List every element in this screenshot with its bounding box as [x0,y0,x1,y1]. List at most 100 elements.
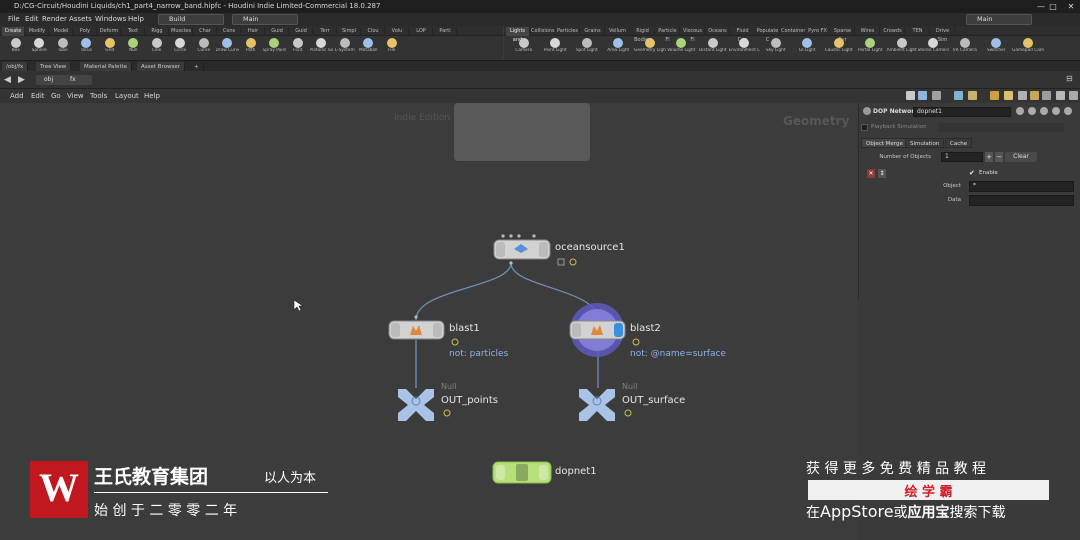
shelf-tool-right-12[interactable]: Ambient Light [886,37,918,59]
shelf-tab-left-18[interactable]: Parti [434,27,457,36]
network-menu-layout[interactable]: Layout [115,89,139,103]
shelf-tool-right-3[interactable]: Area Light [603,37,635,59]
node-label-oceansource1[interactable]: oceansource1 [555,242,625,253]
shelf-tab-right-8[interactable]: Oceans [706,27,730,36]
shelf-tool-left-9[interactable]: Draw Curve [216,37,239,59]
shelf-tab-left-17[interactable]: LOP [410,27,433,36]
tab-object-merge[interactable]: Object Merge [861,138,908,148]
shelf-tool-right-7[interactable]: Environment Light [729,37,760,59]
shelf-tab-left-1[interactable]: Modify [26,27,49,36]
shelf-tab-left-4[interactable]: Deform [98,27,121,36]
network-menu-help[interactable]: Help [144,89,160,103]
node-dopnet1[interactable] [492,461,552,484]
shelf-tab-right-13[interactable]: Sparse Pyr [831,27,855,43]
select-icon[interactable] [918,91,927,100]
shelf-tool-right-11[interactable]: Portal Light [855,37,887,59]
blast2-flag-icon[interactable] [632,338,640,346]
menu-help[interactable]: Help [128,13,144,26]
shelf-tool-right-8[interactable]: Sky Light [760,37,792,59]
shelf-tab-right-15[interactable]: Crowds [881,27,905,36]
shelf-tab-left-7[interactable]: Muscles [170,27,193,36]
clear-button[interactable]: Clear [1005,152,1037,162]
menu-assets[interactable]: Assets [69,13,92,26]
add-object-button[interactable]: + [985,152,993,162]
menu-edit[interactable]: Edit [25,13,39,26]
palette-icon[interactable] [1030,91,1039,100]
playback-dropdown[interactable] [939,123,1064,132]
shelf-tab-right-16[interactable]: TEN [906,27,930,36]
num-objects-field[interactable]: 1 [941,152,983,162]
shelf-tab-left-5[interactable]: Text [122,27,145,36]
shelf-tool-left-10[interactable]: Path [239,37,263,59]
network-menu-add[interactable]: Add [10,89,24,103]
lock-icon[interactable] [557,258,565,266]
shelf-tab-left-6[interactable]: Rigg [146,27,169,36]
close-button[interactable]: ✕ [1058,0,1080,13]
shelf-tab-right-4[interactable]: Vellum [606,27,630,36]
node-label-out-points[interactable]: OUT_points [441,395,498,406]
box-icon[interactable] [1018,91,1027,100]
menu-windows[interactable]: Windows [95,13,126,26]
grid-icon[interactable] [932,91,941,100]
path-segment-fx[interactable]: fx [62,75,92,85]
shelf-tool-right-14[interactable]: VR Camera [949,37,981,59]
node-blast1[interactable] [388,315,459,346]
shelf-tool-right-6[interactable]: Distant Light [697,37,729,59]
shelf-tool-left-4[interactable]: Grid [98,37,122,59]
node-label-out-surface[interactable]: OUT_surface [622,395,685,406]
shelf-tab-left-14[interactable]: Simpl [338,27,361,36]
shelf-tab-left-0[interactable]: Create [2,27,25,36]
forward-arrow-icon[interactable]: ▶ [18,75,25,85]
search-icon[interactable] [1056,91,1065,100]
desktop-selector-build[interactable]: Build [158,14,224,25]
shelf-tool-right-16[interactable]: Gamepad Camera [1012,37,1044,59]
shelf-tool-right-5[interactable]: Volume Light [666,37,698,59]
shelf-tool-left-0[interactable]: Box [4,37,28,59]
shelf-tool-left-1[interactable]: Sphere [28,37,52,59]
shelf-tool-right-13[interactable]: Stereo Camera [918,37,949,59]
shelf-tool-left-11[interactable]: Spray Paint [263,37,286,59]
network-menu-view[interactable]: View [67,89,84,103]
shelf-tool-left-7[interactable]: Circle [169,37,193,59]
shelf-tool-right-0[interactable]: Camera [508,37,540,59]
shelf-tab-right-1[interactable]: Collisions [531,27,555,36]
shelf-tab-left-15[interactable]: Clou [362,27,385,36]
tab-cache[interactable]: Cache [945,138,973,148]
shelf-tab-right-9[interactable]: Fluid Con [731,27,755,43]
network-menu-edit[interactable]: Edit [31,89,45,103]
back-arrow-icon[interactable]: ◀ [4,75,11,85]
shelf-tab-right-5[interactable]: Rigid Bodies [631,27,655,43]
remove-object-button[interactable]: − [995,152,1003,162]
node-blast2[interactable] [569,303,640,357]
display-flag-icon[interactable] [569,258,577,266]
tab-simulation[interactable]: Simulation [905,138,945,148]
blast1-flag-icon[interactable] [451,338,459,346]
wrench-icon[interactable] [906,91,915,100]
shelf-tool-left-13[interactable]: Platonic Solids [310,37,333,59]
shelf-tab-right-2[interactable]: Particles [556,27,580,36]
shelf-tab-right-6[interactable]: Particle Fl [656,27,680,43]
shelf-tab-left-13[interactable]: Terr [314,27,337,36]
shelf-tool-right-1[interactable]: Point Light [540,37,572,59]
menu-render[interactable]: Render [42,13,67,26]
menu-file[interactable]: File [8,13,20,26]
shelf-tab-left-2[interactable]: Model [50,27,73,36]
shelf-tool-left-2[interactable]: Tube [51,37,75,59]
shelf-tab-left-3[interactable]: Poly [74,27,97,36]
object-field[interactable]: * [969,181,1074,192]
network-menu-tools[interactable]: Tools [90,89,107,103]
insert-multiparm-button[interactable]: ↕ [878,169,886,178]
sticky-icon[interactable] [990,91,999,100]
shelf-tool-left-15[interactable]: Metaball [357,37,381,59]
node-label-blast1[interactable]: blast1 [449,323,480,334]
enable-check-icon[interactable]: ✔ [969,169,975,177]
shelf-tab-right-17[interactable]: Drive Sim [931,27,955,43]
shelf-tab-right-0[interactable]: Lights and [506,27,530,43]
shelf-tab-right-7[interactable]: Viscous Fl [681,27,705,43]
node-name-field[interactable]: dopnet1 [913,107,1011,117]
shelf-tab-right-10[interactable]: Populate C [756,27,780,43]
search-icon[interactable] [1040,107,1048,115]
shelf-tab-left-12[interactable]: Guid [290,27,313,36]
shelf-tool-left-5[interactable]: Null [122,37,146,59]
desktop-selector-main[interactable]: Main [232,14,298,25]
